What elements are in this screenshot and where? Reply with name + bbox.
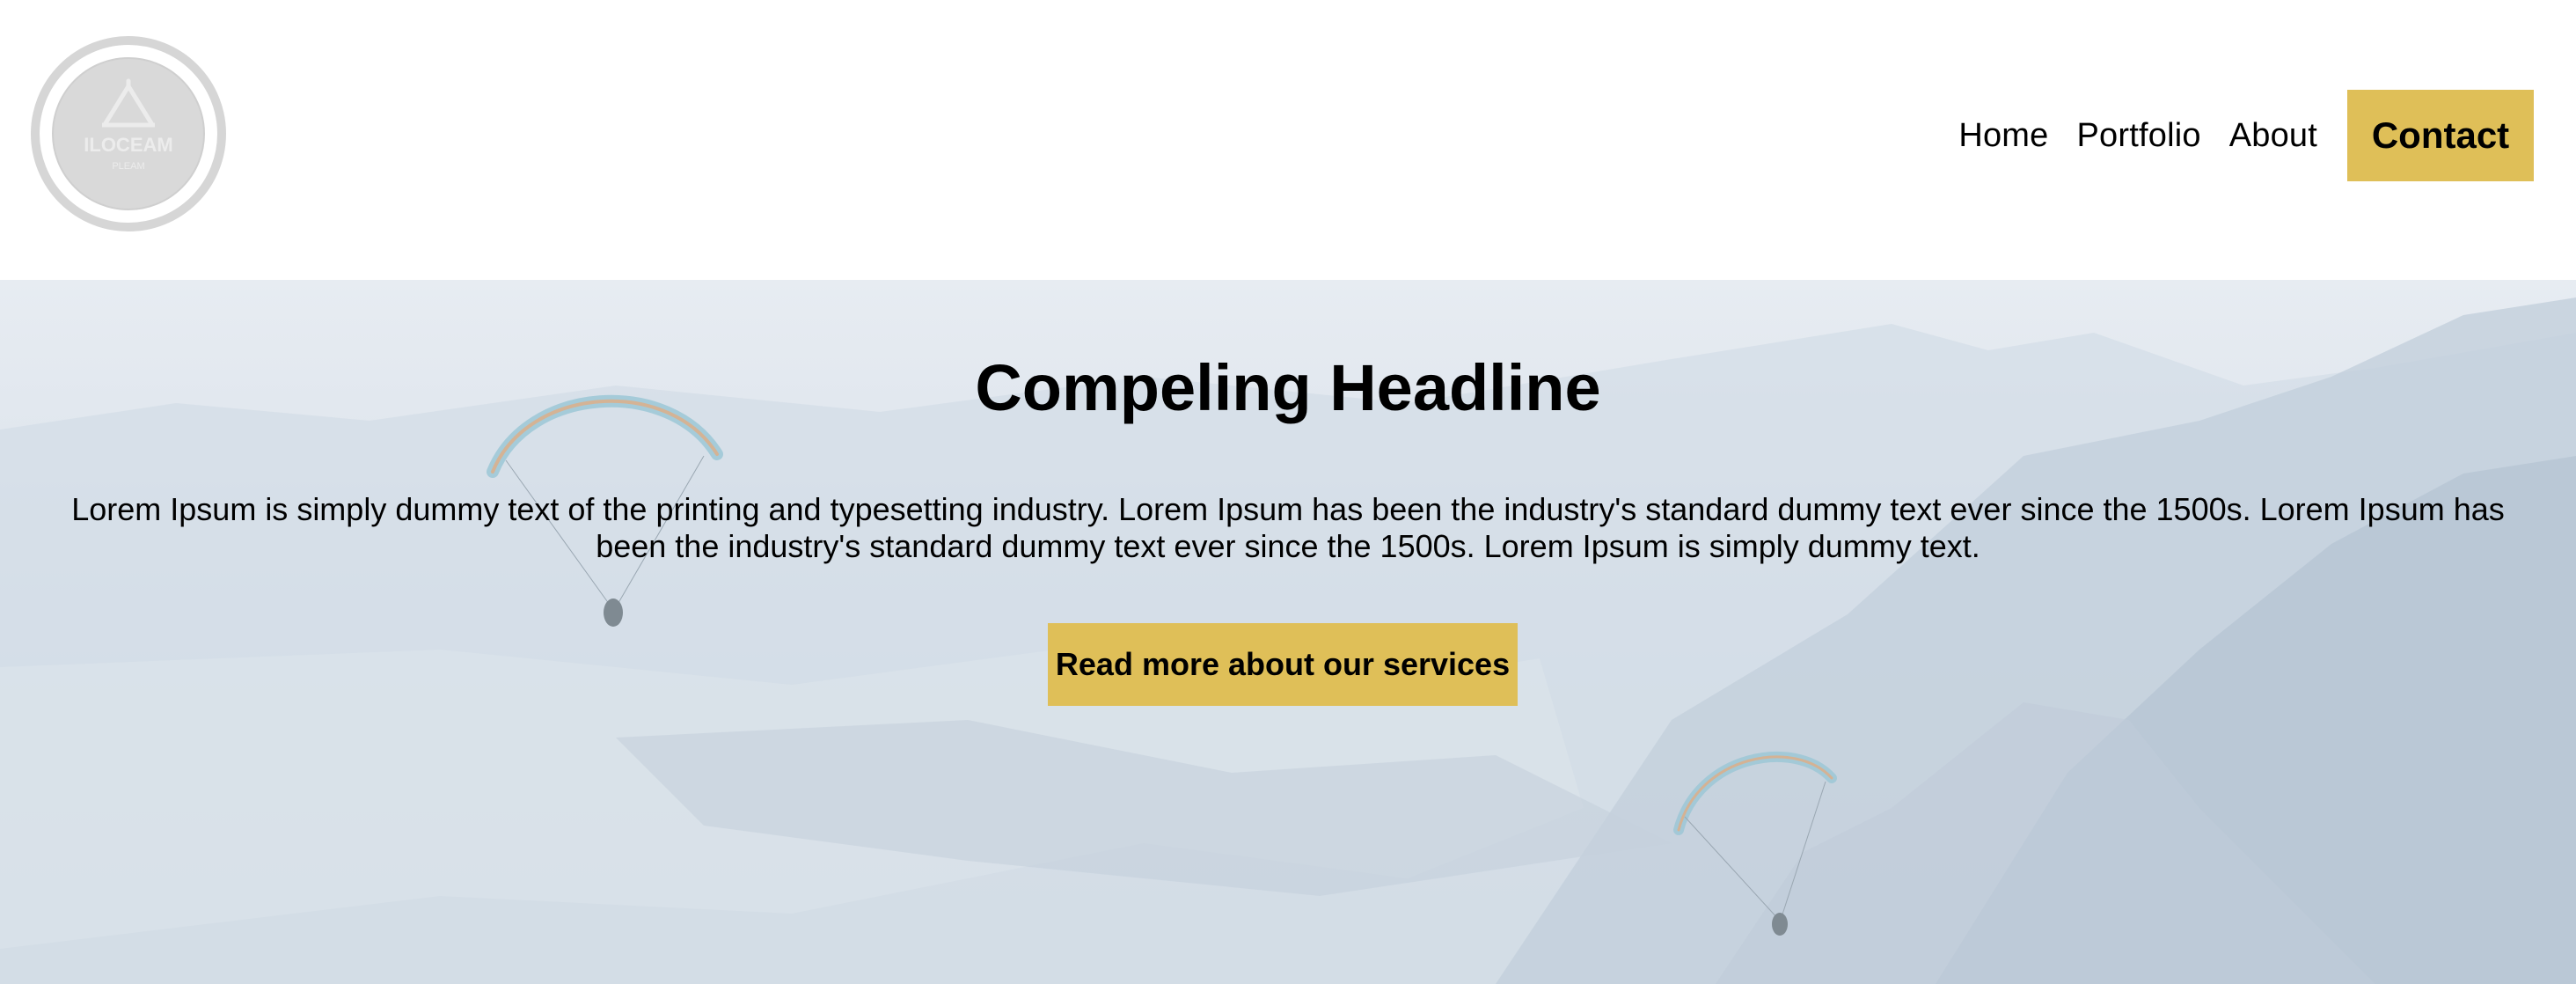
logo-text: ILOCEAM [84,134,172,156]
read-more-services-button[interactable]: Read more about our services [1048,623,1518,706]
hero-section: Compeling Headline Lorem Ipsum is simply… [0,280,2576,984]
main-nav: Home Portfolio About Contact [1958,90,2534,181]
site-header: ILOCEAM PLEAM Home Portfolio About Conta… [0,0,2576,280]
nav-home-link[interactable]: Home [1958,117,2048,155]
contact-button[interactable]: Contact [2347,90,2534,181]
nav-about-link[interactable]: About [2229,117,2317,155]
hero-headline: Compeling Headline [975,351,1601,424]
logo-subtext: PLEAM [112,161,144,172]
nav-portfolio-link[interactable]: Portfolio [2076,117,2200,155]
site-logo[interactable]: ILOCEAM PLEAM [30,35,227,232]
circular-logo-icon: ILOCEAM PLEAM [31,36,226,231]
hero-body-text: Lorem Ipsum is simply dummy text of the … [71,491,2505,564]
